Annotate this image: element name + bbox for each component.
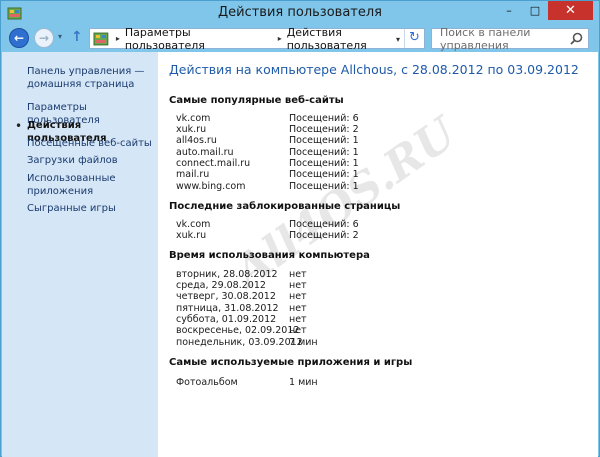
table-row: среда, 29.08.2012 нет: [176, 280, 307, 291]
address-chevron-down-icon[interactable]: ▾: [396, 35, 400, 44]
sidebar-item-played-games[interactable]: Сыгранные игры: [27, 202, 116, 215]
page-title: Действия на компьютере Allchous, с 28.08…: [169, 62, 579, 77]
search-icon[interactable]: [570, 32, 583, 45]
caption-buttons: – □ ✕: [496, 1, 593, 21]
forward-button[interactable]: →: [34, 28, 54, 48]
sidebar-item-used-apps[interactable]: Использованные приложения: [27, 172, 116, 198]
section-title-top-sites: Самые популярные веб-сайты: [169, 95, 344, 106]
table-row: vk.com Посещений: 6: [176, 113, 359, 124]
control-panel-icon: [93, 32, 109, 45]
table-row: вторник, 28.08.2012 нет: [176, 269, 307, 280]
table-row: воскресенье, 02.09.2012 нет: [176, 325, 307, 336]
table-row: vk.com Посещений: 6: [176, 219, 359, 230]
table-row: mail.ru Посещений: 1: [176, 169, 359, 180]
address-bar[interactable]: ▸ Параметры пользователя ▸ Действия поль…: [89, 26, 425, 52]
breadcrumb-user-settings[interactable]: Параметры пользователя: [125, 26, 273, 52]
search-input[interactable]: Поиск в панели управления: [431, 25, 589, 52]
current-page-bullet-icon: •: [15, 119, 23, 133]
breadcrumb-separator-icon[interactable]: ▸: [116, 34, 120, 43]
section-title-blocked-pages: Последние заблокированные страницы: [169, 201, 401, 212]
navigation-bar: ← → ▾ ↑ ▸ Параметры пользователя ▸ Дейст…: [1, 25, 599, 52]
section-title-computer-time: Время использования компьютера: [169, 250, 370, 261]
sidebar-item-file-downloads[interactable]: Загрузки файлов: [27, 154, 118, 167]
table-row: xuk.ru Посещений: 2: [176, 230, 359, 241]
table-row: all4os.ru Посещений: 1: [176, 135, 359, 146]
table-row: xuk.ru Посещений: 2: [176, 124, 359, 135]
table-row: auto.mail.ru Посещений: 1: [176, 147, 359, 158]
section-title-top-apps: Самые используемые приложения и игры: [169, 357, 413, 368]
table-row: четверг, 30.08.2012 нет: [176, 291, 307, 302]
search-placeholder: Поиск в панели управления: [440, 25, 531, 52]
content-area: Панель управления — домашняя страница Па…: [2, 52, 598, 457]
maximize-button[interactable]: □: [522, 1, 548, 20]
sidebar: Панель управления — домашняя страница Па…: [2, 52, 158, 457]
table-row: суббота, 01.09.2012 нет: [176, 314, 307, 325]
sidebar-item-visited-sites[interactable]: Посещенные веб-сайты: [27, 137, 152, 150]
back-button[interactable]: ←: [9, 28, 29, 48]
recent-pages-chevron-down-icon[interactable]: ▾: [58, 32, 62, 41]
control-panel-window: Действия пользователя – □ ✕ ← → ▾ ↑ ▸ Па…: [0, 0, 600, 457]
table-row: connect.mail.ru Посещений: 1: [176, 158, 359, 169]
table-row: Фотоальбом 1 мин: [176, 377, 318, 388]
minimize-button[interactable]: –: [496, 1, 522, 20]
title-bar: Действия пользователя – □ ✕: [1, 1, 599, 27]
refresh-button[interactable]: ↻: [404, 29, 424, 48]
close-button[interactable]: ✕: [548, 1, 593, 20]
table-row: www.bing.com Посещений: 1: [176, 181, 359, 192]
table-row: пятница, 31.08.2012 нет: [176, 303, 307, 314]
table-row: понедельник, 03.09.2012 7 мин: [176, 337, 318, 348]
breadcrumb-separator-icon[interactable]: ▸: [278, 34, 282, 43]
up-button[interactable]: ↑: [71, 29, 83, 45]
sidebar-item-home[interactable]: Панель управления — домашняя страница: [27, 65, 144, 91]
